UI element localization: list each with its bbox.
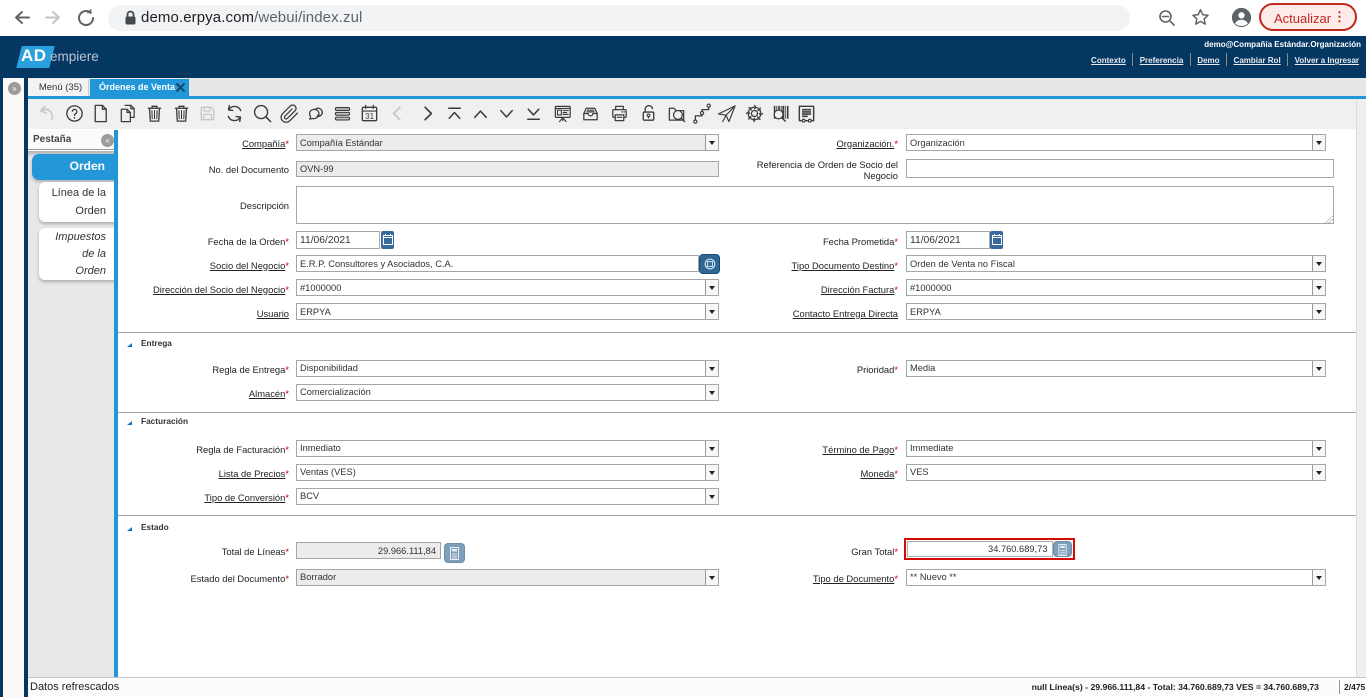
svg-text:31: 31 — [365, 112, 375, 121]
